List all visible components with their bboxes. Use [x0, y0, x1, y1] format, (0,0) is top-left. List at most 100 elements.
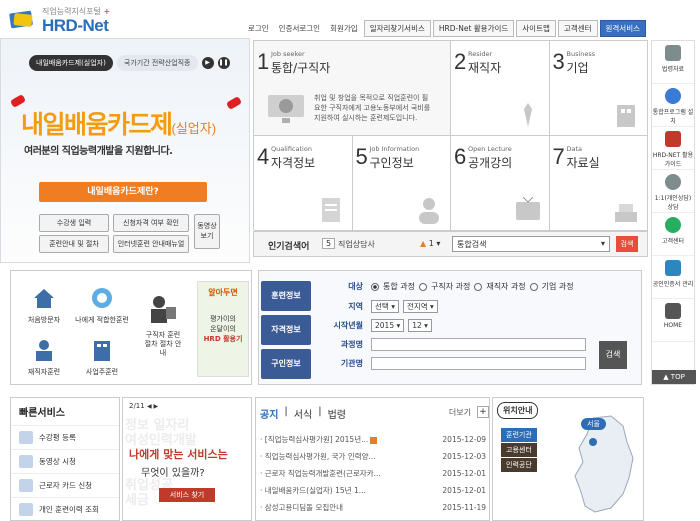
quick-item-history[interactable]: 개인 훈련이력 조회 [11, 497, 119, 521]
sidebar-item-law[interactable]: 법령자료 [652, 41, 694, 84]
stack-icon [615, 204, 637, 222]
red-mark-decoration [225, 96, 243, 110]
video-icon [19, 455, 33, 468]
hrd-promo-banner[interactable]: 알아두면 평가이의 온달이의 HRD 활용기 [197, 281, 249, 377]
region-tag-seoul[interactable]: 서울 [581, 418, 606, 430]
top-nav: 로그인 인증서로그인 회원가입 일자리찾기서비스 HRD-Net 활용가이드 사… [244, 20, 646, 37]
job-service-link[interactable]: 일자리찾기서비스 [363, 20, 431, 37]
sidebar-item-cert[interactable]: 공인인증서 관리 [652, 256, 694, 299]
logo-mark-icon [9, 10, 33, 29]
region-select-2[interactable]: 전지역 ▾ [402, 300, 438, 313]
year-select[interactable]: 2015 ▾ [371, 319, 405, 332]
course-name-input[interactable] [371, 338, 586, 351]
find-service-button[interactable]: 서비스 찾기 [159, 488, 215, 502]
suitable-training-link[interactable]: 나에게 적합한훈련 [73, 287, 131, 325]
employment-center-button[interactable]: 고용센터 [501, 443, 537, 457]
org-name-input[interactable] [371, 357, 586, 370]
guide-icon [665, 131, 681, 147]
hero-tab-card-unemployed[interactable]: 내일배움카드제(실업자) [29, 55, 113, 71]
quick-service-panel: 빠른서비스 수강평 등록 동영상 시청 근로자 카드 신청 개인 훈련이력 조회 [10, 397, 120, 521]
service-ad-banner[interactable]: 2/11 ◀ ▶ 정보 일자리 여성인력개발 취업성공 세금 나에게 맞는 서비… [122, 397, 252, 521]
worker-training-link[interactable]: 재직자훈련 [19, 339, 69, 377]
region-select-1[interactable]: 선택 ▾ [371, 300, 399, 313]
card-info-button[interactable]: 내일배움카드제란? [39, 182, 207, 202]
radio-integrated[interactable] [371, 282, 379, 291]
guide-link[interactable]: HRD-Net 활용가이드 [432, 20, 515, 37]
training-search-button[interactable]: 검색 [599, 341, 627, 369]
scroll-top-button[interactable]: ▲ TOP [652, 370, 696, 384]
student-input-button[interactable]: 수강생 입력 [39, 214, 109, 232]
grid-cell-jobseeker[interactable]: 1 Job seeker 통합/구직자 취업 및 창업을 목적으로 직업훈련이 … [254, 41, 451, 136]
play-icon[interactable]: ▶ [201, 57, 214, 69]
pause-icon[interactable]: ❚❚ [217, 57, 230, 69]
eligibility-check-button[interactable]: 신청자격 여부 확인 [113, 214, 189, 232]
hero-tab-strategic[interactable]: 국가기간 전략산업직종 [116, 55, 198, 71]
hero-tabs: 내일배움카드제(실업자) 국가기간 전략산업직종 ▶ ❚❚ [29, 55, 230, 71]
online-manual-button[interactable]: 인터넷훈련 안내매뉴얼 [113, 235, 189, 253]
grid-cell-data[interactable]: 7 Data 자료실 [549, 136, 648, 231]
sitemap-link[interactable]: 사이트맵 [516, 20, 556, 37]
first-visitor-link[interactable]: 처음방문자 [19, 287, 69, 325]
person-icon [665, 174, 681, 190]
tie-icon [523, 103, 532, 127]
tab-qualification-info[interactable]: 자격정보 [261, 315, 311, 345]
home-icon [665, 303, 681, 319]
sidebar-item-guide[interactable]: HRD-NET 활용가이드 [652, 127, 694, 170]
grid-cell-open-lecture[interactable]: 6 Open Lecture 공개강의 [451, 136, 550, 231]
grid-cell-business[interactable]: 3 Business 기업 [549, 41, 648, 136]
grid-cell-job-info[interactable]: 5 Job Information 구인정보 [352, 136, 451, 231]
month-select[interactable]: 12 ▾ [408, 319, 432, 332]
tab-laws[interactable]: 법령 [328, 406, 346, 421]
popular-word-link[interactable]: 직업상담사 [338, 239, 375, 250]
tab-training-info[interactable]: 훈련정보 [261, 281, 311, 311]
sidebar-item-program[interactable]: 통합프로그램 설치 [652, 84, 694, 127]
radio-worker[interactable] [474, 282, 483, 291]
notice-more-link[interactable]: 더보기 [449, 407, 471, 418]
popular-search-title: 인기검색어 [268, 242, 310, 252]
search-button[interactable]: 검색 [616, 236, 638, 252]
notice-list: · [직업능력심사평가원] 2015년... 2015-12-09 · 직업능력심… [260, 431, 486, 516]
jobseeker-description: 취업 및 창업을 목적으로 직업훈련이 필요한 구직자에게 고용노동부에서 국비… [314, 94, 431, 122]
hero-title: 내일배움카드제(실업자) [21, 111, 217, 139]
tab-forms[interactable]: 서식 [294, 406, 312, 421]
person-board-icon [151, 296, 176, 323]
signup-link[interactable]: 회원가입 [326, 21, 362, 36]
grid-cell-resider[interactable]: 2 Resider 재직자 [451, 41, 550, 136]
hrd-korea-button[interactable]: 인력공단 [501, 458, 537, 472]
sidebar-item-customer[interactable]: 고객센터 [652, 213, 694, 256]
cert-login-link[interactable]: 인증서로그인 [275, 21, 324, 36]
list-item[interactable]: · [직업능력심사평가원] 2015년... 2015-12-09 [260, 431, 486, 448]
training-search-panel: 훈련정보 자격정보 구인정보 대상 통합 과정 구직자 과정 재직자 과정 기업… [258, 270, 642, 385]
employer-training-link[interactable]: 사업주훈련 [73, 339, 131, 377]
house-icon [34, 289, 54, 308]
list-item[interactable]: · 삼성고용디딤돌 모집안내 2015-11-19 [260, 499, 486, 516]
customer-center-link[interactable]: 고객센터 [557, 20, 598, 37]
tab-job-info[interactable]: 구인정보 [261, 349, 311, 379]
hero-description: 여러분의 직업능력개발을 지원합니다. [24, 146, 173, 157]
person-icon [419, 198, 439, 224]
search-scope-select[interactable]: 통합검색 ▾ [452, 236, 610, 252]
list-item[interactable]: · 근로자 직업능력개발훈련(근로자카... 2015-12-01 [260, 465, 486, 482]
hrd-net-logo[interactable]: 직업능력지식포털 + HRD-Net [8, 4, 148, 35]
quick-item-review[interactable]: 수강평 등록 [11, 425, 119, 449]
course-row: 과정명 [333, 338, 586, 351]
pencil-icon [19, 431, 33, 444]
sidebar-item-home[interactable]: HOME [652, 299, 694, 342]
list-item[interactable]: · 직업능력심사평가원, 국가 인력양... 2015-12-03 [260, 448, 486, 465]
radio-company[interactable] [529, 282, 538, 291]
grid-cell-qualification[interactable]: 4 Qualification 자격정보 [254, 136, 353, 231]
video-button[interactable]: 동영상 보기 [194, 214, 220, 249]
remote-service-link[interactable]: 원격서비스 [599, 20, 646, 37]
tab-notice[interactable]: 공지 [260, 406, 278, 421]
login-link[interactable]: 로그인 [244, 21, 273, 36]
quick-item-card[interactable]: 근로자 카드 신청 [11, 473, 119, 497]
plus-icon[interactable]: + [477, 406, 489, 418]
training-guide-button[interactable]: 훈련안내 및 절차 [39, 235, 109, 253]
radio-jobseeker[interactable] [418, 282, 427, 291]
list-item[interactable]: · 내일배움카드(실업자) 15년 1... 2015-12-01 [260, 482, 486, 499]
jobseeker-procedure-link[interactable]: 구직자 훈련절차 절차 안내 [133, 295, 193, 358]
quick-item-video[interactable]: 동영상 시청 [11, 449, 119, 473]
training-org-button[interactable]: 훈련기관 [501, 428, 537, 442]
region-row: 지역 선택 ▾ 전지역 ▾ [333, 300, 438, 313]
sidebar-item-consult[interactable]: 1:1(개인상담) 상담 [652, 170, 694, 213]
